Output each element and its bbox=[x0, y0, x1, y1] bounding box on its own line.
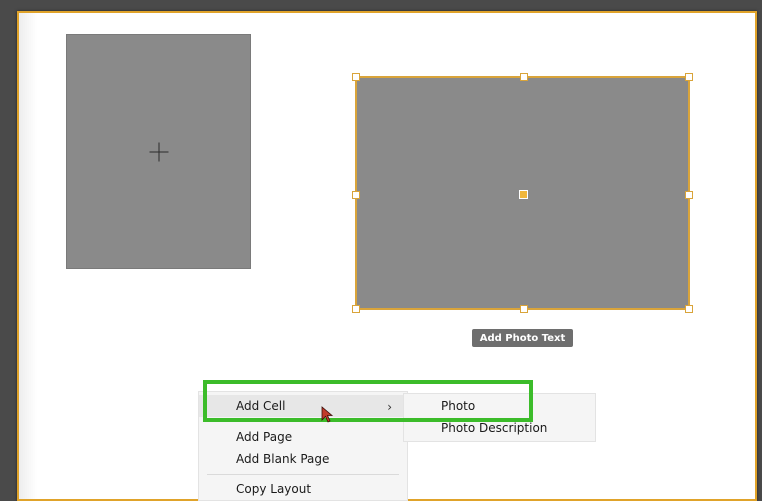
resize-handle-top-left[interactable] bbox=[352, 73, 360, 81]
resize-handle-bottom-right[interactable] bbox=[685, 305, 693, 313]
empty-photo-cell[interactable] bbox=[66, 34, 251, 269]
resize-handle-top[interactable] bbox=[520, 73, 528, 81]
resize-handle-left[interactable] bbox=[352, 191, 360, 199]
submenu-item-label: Photo Description bbox=[441, 421, 548, 435]
menu-item-label: Add Blank Page bbox=[236, 452, 330, 466]
menu-item-add-page[interactable]: Add Page bbox=[199, 426, 407, 448]
menu-item-label: Copy Layout bbox=[236, 482, 312, 496]
plus-icon[interactable] bbox=[149, 142, 168, 161]
resize-handle-bottom-left[interactable] bbox=[352, 305, 360, 313]
resize-handle-top-right[interactable] bbox=[685, 73, 693, 81]
selected-photo-cell[interactable] bbox=[352, 73, 693, 313]
menu-item-label: Add Page bbox=[236, 430, 293, 444]
page-shadow bbox=[19, 13, 37, 499]
annotation-highlight-box bbox=[203, 380, 533, 422]
add-photo-text-button[interactable]: Add Photo Text bbox=[472, 329, 573, 347]
menu-separator bbox=[207, 474, 399, 475]
resize-handle-right[interactable] bbox=[685, 191, 693, 199]
mouse-cursor-icon bbox=[321, 406, 334, 423]
menu-item-copy-layout[interactable]: Copy Layout bbox=[199, 478, 407, 500]
center-handle[interactable] bbox=[519, 190, 528, 199]
resize-handle-bottom[interactable] bbox=[520, 305, 528, 313]
menu-item-add-blank-page[interactable]: Add Blank Page bbox=[199, 448, 407, 470]
